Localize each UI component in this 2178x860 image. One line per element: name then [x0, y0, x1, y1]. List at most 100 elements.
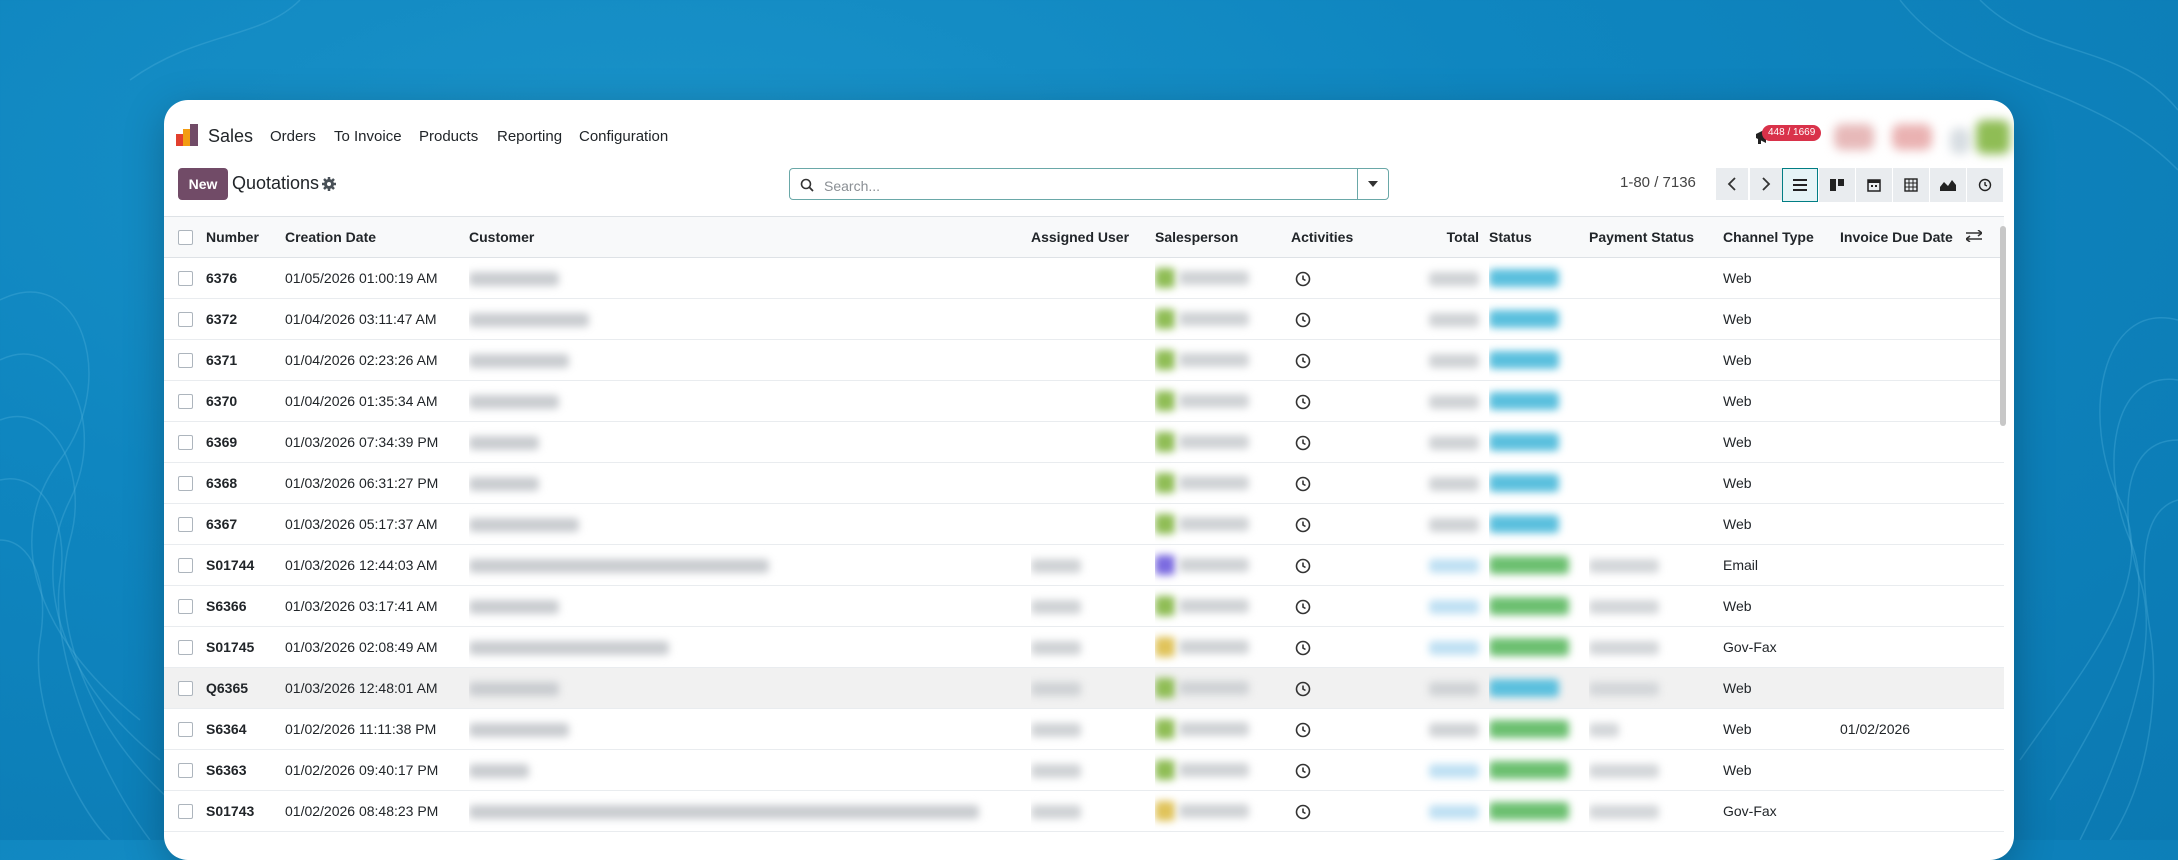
select-all-checkbox[interactable]	[178, 230, 193, 246]
table-row[interactable]: 6367 01/03/2026 05:17:37 AM Web	[164, 504, 2004, 545]
table-row[interactable]: S01743 01/02/2026 08:48:23 PM Gov-Fax	[164, 791, 2004, 832]
row-checkbox[interactable]	[178, 353, 193, 369]
column-header-creation-date[interactable]: Creation Date	[285, 217, 469, 258]
row-checkbox[interactable]	[178, 804, 193, 820]
column-header-customer[interactable]: Customer	[469, 217, 1031, 258]
clock-icon[interactable]	[1295, 599, 1311, 615]
row-select-cell[interactable]	[164, 258, 206, 299]
pivot-view-button[interactable]	[1893, 168, 1929, 202]
activities-cell[interactable]	[1291, 668, 1417, 709]
row-checkbox[interactable]	[178, 312, 193, 328]
table-row[interactable]: 6372 01/04/2026 03:11:47 AM Web	[164, 299, 2004, 340]
systray-item-2[interactable]	[1892, 124, 1932, 150]
table-row[interactable]: 6370 01/04/2026 01:35:34 AM Web	[164, 381, 2004, 422]
activities-cell[interactable]	[1291, 299, 1417, 340]
activities-cell[interactable]	[1291, 586, 1417, 627]
activities-cell[interactable]	[1291, 463, 1417, 504]
user-avatar[interactable]	[1976, 120, 2010, 154]
row-select-cell[interactable]	[164, 586, 206, 627]
row-select-cell[interactable]	[164, 709, 206, 750]
table-row[interactable]: S01745 01/03/2026 02:08:49 AM Gov-Fax	[164, 627, 2004, 668]
table-row[interactable]: 6369 01/03/2026 07:34:39 PM Web	[164, 422, 2004, 463]
nav-products[interactable]: Products	[419, 128, 478, 145]
clock-icon[interactable]	[1295, 271, 1311, 287]
clock-icon[interactable]	[1295, 763, 1311, 779]
activities-cell[interactable]	[1291, 340, 1417, 381]
nav-orders[interactable]: Orders	[270, 128, 316, 145]
systray-item-1[interactable]	[1834, 124, 1874, 150]
column-header-total[interactable]: Total	[1417, 217, 1489, 258]
pager-previous-button[interactable]	[1716, 168, 1748, 200]
row-select-cell[interactable]	[164, 381, 206, 422]
gear-icon[interactable]	[322, 177, 336, 191]
row-checkbox[interactable]	[178, 394, 193, 410]
row-select-cell[interactable]	[164, 545, 206, 586]
row-checkbox[interactable]	[178, 271, 193, 287]
search-options-toggle[interactable]	[1357, 169, 1388, 199]
row-select-cell[interactable]	[164, 422, 206, 463]
column-header-channel-type[interactable]: Channel Type	[1723, 217, 1840, 258]
row-select-cell[interactable]	[164, 340, 206, 381]
row-checkbox[interactable]	[178, 599, 193, 615]
column-header-invoice-due-date[interactable]: Invoice Due Date	[1840, 217, 1966, 258]
activities-cell[interactable]	[1291, 422, 1417, 463]
activities-cell[interactable]	[1291, 545, 1417, 586]
clock-icon[interactable]	[1295, 435, 1311, 451]
table-row[interactable]: 6368 01/03/2026 06:31:27 PM Web	[164, 463, 2004, 504]
column-header-status[interactable]: Status	[1489, 217, 1589, 258]
row-checkbox[interactable]	[178, 763, 193, 779]
table-row[interactable]: 6376 01/05/2026 01:00:19 AM Web	[164, 258, 2004, 299]
clock-icon[interactable]	[1295, 353, 1311, 369]
nav-configuration[interactable]: Configuration	[579, 128, 668, 145]
systray-item-3[interactable]	[1950, 128, 1970, 154]
select-all-cell[interactable]	[164, 217, 206, 258]
activity-view-button[interactable]	[1967, 168, 2003, 202]
clock-icon[interactable]	[1295, 722, 1311, 738]
graph-view-button[interactable]	[1930, 168, 1966, 202]
row-select-cell[interactable]	[164, 627, 206, 668]
activities-cell[interactable]	[1291, 791, 1417, 832]
row-checkbox[interactable]	[178, 681, 193, 697]
row-select-cell[interactable]	[164, 504, 206, 545]
activities-cell[interactable]	[1291, 258, 1417, 299]
nav-to-invoice[interactable]: To Invoice	[334, 128, 402, 145]
nav-reporting[interactable]: Reporting	[497, 128, 562, 145]
app-name[interactable]: Sales	[208, 126, 253, 147]
table-row[interactable]: S6364 01/02/2026 11:11:38 PM Web 01/02/202…	[164, 709, 2004, 750]
clock-icon[interactable]	[1295, 476, 1311, 492]
clock-icon[interactable]	[1295, 312, 1311, 328]
row-checkbox[interactable]	[178, 517, 193, 533]
row-select-cell[interactable]	[164, 299, 206, 340]
pager-next-button[interactable]	[1750, 168, 1782, 200]
optional-columns-toggle[interactable]	[1966, 217, 2004, 258]
table-row[interactable]: S6363 01/02/2026 09:40:17 PM Web	[164, 750, 2004, 791]
row-checkbox[interactable]	[178, 558, 193, 574]
activities-cell[interactable]	[1291, 709, 1417, 750]
column-header-payment-status[interactable]: Payment Status	[1589, 217, 1723, 258]
table-row[interactable]: 6371 01/04/2026 02:23:26 AM Web	[164, 340, 2004, 381]
clock-icon[interactable]	[1295, 558, 1311, 574]
row-select-cell[interactable]	[164, 791, 206, 832]
table-row[interactable]: Q6365 01/03/2026 12:48:01 AM Web	[164, 667, 2004, 709]
row-checkbox[interactable]	[178, 476, 193, 492]
clock-icon[interactable]	[1295, 394, 1311, 410]
calendar-view-button[interactable]	[1856, 168, 1892, 202]
table-row[interactable]: S01744 01/03/2026 12:44:03 AM Email	[164, 545, 2004, 586]
clock-icon[interactable]	[1295, 804, 1311, 820]
clock-icon[interactable]	[1295, 640, 1311, 656]
sales-app-icon[interactable]	[176, 124, 198, 146]
column-header-salesperson[interactable]: Salesperson	[1155, 217, 1291, 258]
row-select-cell[interactable]	[164, 668, 206, 709]
clock-icon[interactable]	[1295, 681, 1311, 697]
activities-cell[interactable]	[1291, 750, 1417, 791]
list-view-button[interactable]	[1782, 168, 1818, 202]
table-row[interactable]: S6366 01/03/2026 03:17:41 AM Web	[164, 586, 2004, 627]
activities-cell[interactable]	[1291, 504, 1417, 545]
activities-cell[interactable]	[1291, 381, 1417, 422]
search-input[interactable]	[822, 174, 1346, 198]
row-select-cell[interactable]	[164, 463, 206, 504]
row-checkbox[interactable]	[178, 640, 193, 656]
table-scrollbar[interactable]	[2000, 226, 2006, 426]
row-select-cell[interactable]	[164, 750, 206, 791]
clock-icon[interactable]	[1295, 517, 1311, 533]
